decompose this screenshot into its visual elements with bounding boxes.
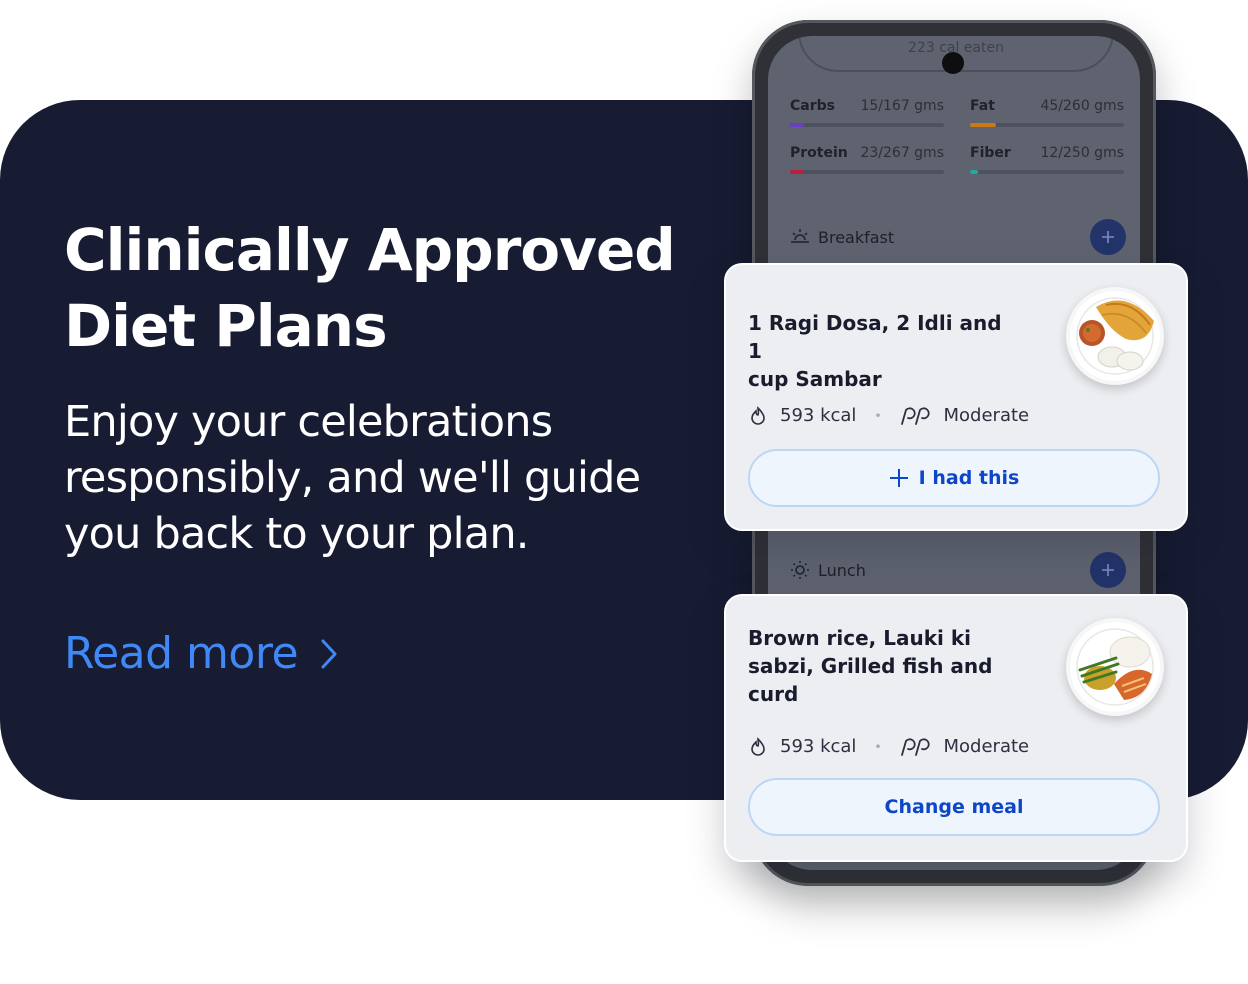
macro-fiber: Fiber 12/250 gms (970, 145, 1124, 174)
hero-headline: Clinically Approved Diet Plans (64, 212, 704, 364)
calorie-icon (748, 405, 768, 426)
macro-carbs: Carbs 15/167 gms (790, 98, 944, 127)
add-lunch-button[interactable] (1090, 552, 1126, 588)
headline-line-2: Diet Plans (64, 292, 388, 360)
meal-card-breakfast: 1 Ragi Dosa, 2 Idli and 1 cup Sambar 593… (724, 263, 1188, 531)
difficulty-level: Moderate (943, 736, 1030, 757)
macro-name: Carbs (790, 98, 835, 114)
change-meal-label: Change meal (884, 796, 1024, 818)
hero-subtext: Enjoy your celebrations responsibly, and… (64, 394, 664, 562)
macro-progress-fill (790, 123, 804, 127)
headline-line-1: Clinically Approved (64, 216, 676, 284)
meal-row-lunch[interactable]: Lunch (790, 552, 1126, 588)
meal-title-line-1: 1 Ragi Dosa, 2 Idli and 1 (748, 311, 1002, 363)
calorie-icon (748, 736, 768, 757)
meal-card-lunch: Brown rice, Lauki ki sabzi, Grilled fish… (724, 594, 1188, 862)
plus-icon (1102, 564, 1114, 576)
plus-icon (889, 468, 909, 488)
macro-progress-track (970, 170, 1124, 174)
meal-title: 1 Ragi Dosa, 2 Idli and 1 cup Sambar (748, 309, 1008, 393)
i-had-this-button[interactable]: I had this (748, 449, 1160, 507)
read-more-label: Read more (64, 628, 299, 679)
meal-title: Brown rice, Lauki ki sabzi, Grilled fish… (748, 624, 1008, 708)
plus-icon (1102, 231, 1114, 243)
meal-row-breakfast[interactable]: Breakfast (790, 219, 1126, 255)
meal-meta: 593 kcal • Moderate (748, 405, 1029, 426)
meal-meta: 593 kcal • Moderate (748, 736, 1029, 757)
meal-label: Breakfast (818, 227, 895, 247)
front-camera (942, 52, 964, 74)
portion-icon (900, 737, 932, 757)
macro-progress-track (970, 123, 1124, 127)
kcal-value: 593 kcal (780, 736, 857, 757)
dosa-idli-image (1066, 287, 1164, 385)
macro-protein: Protein 23/267 gms (790, 145, 944, 174)
kcal-value: 593 kcal (780, 405, 857, 426)
read-more-link[interactable]: Read more (64, 628, 338, 679)
subtext-line-3: you back to your plan. (64, 509, 529, 559)
difficulty-level: Moderate (943, 405, 1030, 426)
macro-value: 15/167 gms (860, 98, 944, 114)
rice-fish-image (1066, 618, 1164, 716)
meal-title-line-3: curd (748, 682, 799, 706)
macro-progress-fill (970, 123, 997, 127)
macro-fat: Fat 45/260 gms (970, 98, 1124, 127)
sunrise-icon (790, 228, 810, 246)
chevron-right-icon (320, 638, 338, 670)
macro-name: Fat (970, 98, 995, 114)
separator-dot: • (874, 408, 882, 423)
sun-icon (790, 560, 810, 580)
macro-name: Fiber (970, 145, 1011, 161)
add-breakfast-button[interactable] (1090, 219, 1126, 255)
macro-progress-track (790, 170, 944, 174)
macro-value: 45/260 gms (1040, 98, 1124, 114)
subtext-line-2: responsibly, and we'll guide (64, 453, 641, 503)
meal-title-line-2: cup Sambar (748, 367, 882, 391)
meal-label: Lunch (818, 560, 866, 580)
macro-value: 23/267 gms (860, 145, 944, 161)
separator-dot: • (874, 739, 882, 754)
macro-progress-track (790, 123, 944, 127)
change-meal-button[interactable]: Change meal (748, 778, 1160, 836)
macro-progress-fill (790, 170, 804, 174)
macro-value: 12/250 gms (1040, 145, 1124, 161)
portion-icon (900, 406, 932, 426)
subtext-line-1: Enjoy your celebrations (64, 397, 553, 447)
i-had-this-label: I had this (918, 467, 1020, 489)
meal-title-line-1: Brown rice, Lauki ki (748, 626, 971, 650)
macro-name: Protein (790, 145, 848, 161)
meal-title-line-2: sabzi, Grilled fish and (748, 654, 993, 678)
macro-progress-fill (970, 170, 978, 174)
